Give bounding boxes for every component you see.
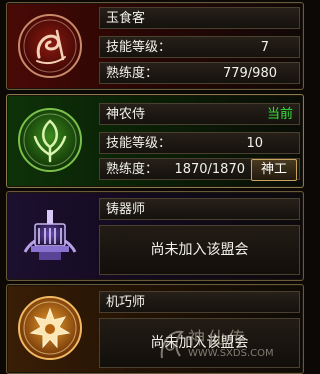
- emblem-zone: [7, 95, 95, 187]
- profession-name: 机巧师: [106, 295, 146, 310]
- skill-level-row: 技能等级： 10: [99, 132, 300, 154]
- profession-info: 机巧师 尚未加入该盟会: [99, 288, 300, 370]
- emblem-zone: [7, 285, 95, 373]
- skill-level-value: 7: [260, 40, 269, 55]
- profession-panel-mechanic[interactable]: 机巧师 尚未加入该盟会: [6, 284, 304, 374]
- skill-level-label: 技能等级：: [106, 136, 172, 151]
- proficiency-row: 熟练度： 779/980: [99, 62, 300, 84]
- mechanic-emblem-icon: [18, 296, 82, 360]
- profession-info: 玉食客 技能等级： 7 熟练度： 779/980: [99, 6, 300, 86]
- not-joined-message: 尚未加入该盟会: [99, 225, 300, 275]
- skill-level-label: 技能等级：: [106, 40, 172, 55]
- profession-info: 铸器师 尚未加入该盟会: [99, 195, 300, 277]
- skill-level-value: 10: [246, 136, 263, 151]
- profession-name-row: 神农侍 当前: [99, 103, 300, 125]
- cooking-emblem-icon: [18, 14, 82, 78]
- profession-name-row: 机巧师: [99, 291, 300, 313]
- herbal-emblem-icon: [18, 108, 82, 172]
- skill-level-row: 技能等级： 7: [99, 36, 300, 58]
- profession-name: 铸器师: [106, 202, 146, 217]
- emblem-zone: [7, 192, 95, 280]
- proficiency-label: 熟练度：: [106, 162, 159, 177]
- current-badge: 当前: [266, 107, 293, 122]
- master-craft-button[interactable]: 神工: [251, 159, 297, 181]
- profession-name: 神农侍: [106, 107, 146, 122]
- emblem-zone: [7, 3, 95, 89]
- profession-name-row: 玉食客: [99, 7, 300, 29]
- proficiency-value: 779/980: [222, 66, 277, 81]
- profession-panel-cook[interactable]: 玉食客 技能等级： 7 熟练度： 779/980: [6, 2, 304, 90]
- profession-name-row: 铸器师: [99, 198, 300, 220]
- profession-name: 玉食客: [106, 11, 146, 26]
- proficiency-value: 1870/1870: [174, 162, 245, 177]
- proficiency-label: 熟练度：: [106, 66, 159, 81]
- profession-panel-herbalist[interactable]: 神农侍 当前 技能等级： 10 熟练度： 1870/1870 神工: [6, 94, 304, 188]
- not-joined-message: 尚未加入该盟会: [99, 318, 300, 368]
- proficiency-row: 熟练度： 1870/1870 神工: [99, 158, 300, 181]
- profession-info: 神农侍 当前 技能等级： 10 熟练度： 1870/1870 神工: [99, 98, 300, 184]
- forge-emblem-icon: [23, 210, 77, 260]
- profession-panel-forger[interactable]: 铸器师 尚未加入该盟会: [6, 191, 304, 281]
